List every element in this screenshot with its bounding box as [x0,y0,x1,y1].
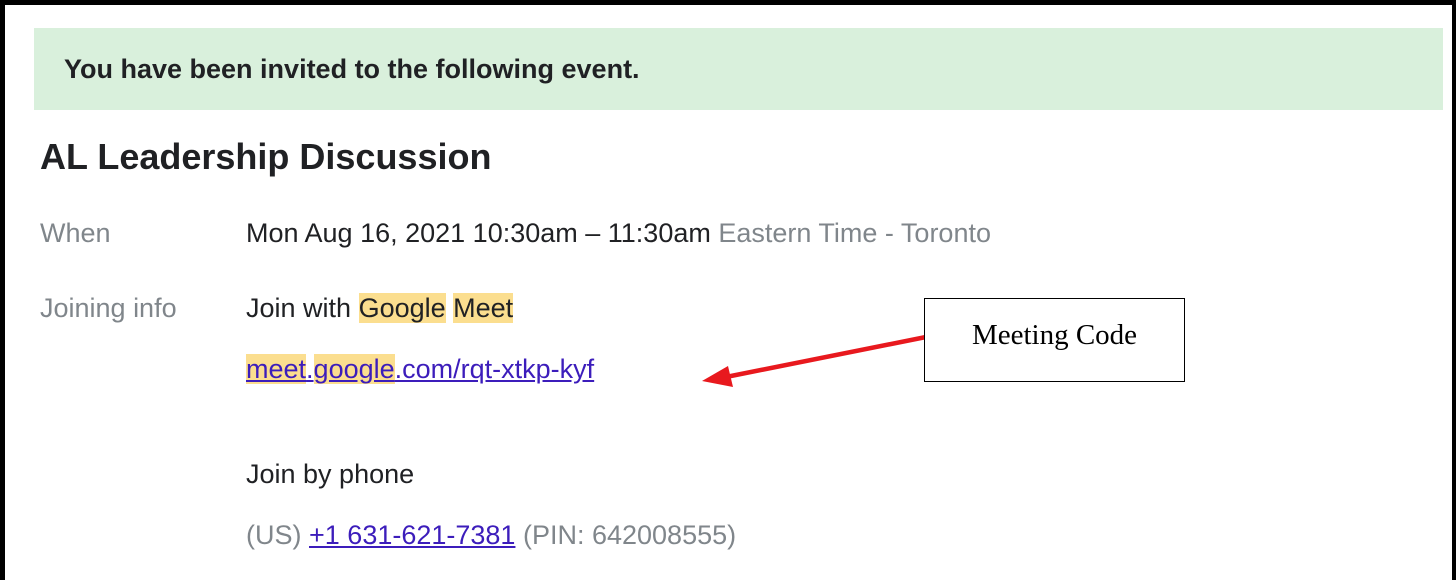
annotation-text: Meeting Code [971,318,1138,351]
annotation-arrow-head [702,366,733,387]
annotation-arrow-shaft [725,334,927,380]
annotation-box: Meeting Code [924,298,1185,382]
annotation-arrow [702,334,927,387]
